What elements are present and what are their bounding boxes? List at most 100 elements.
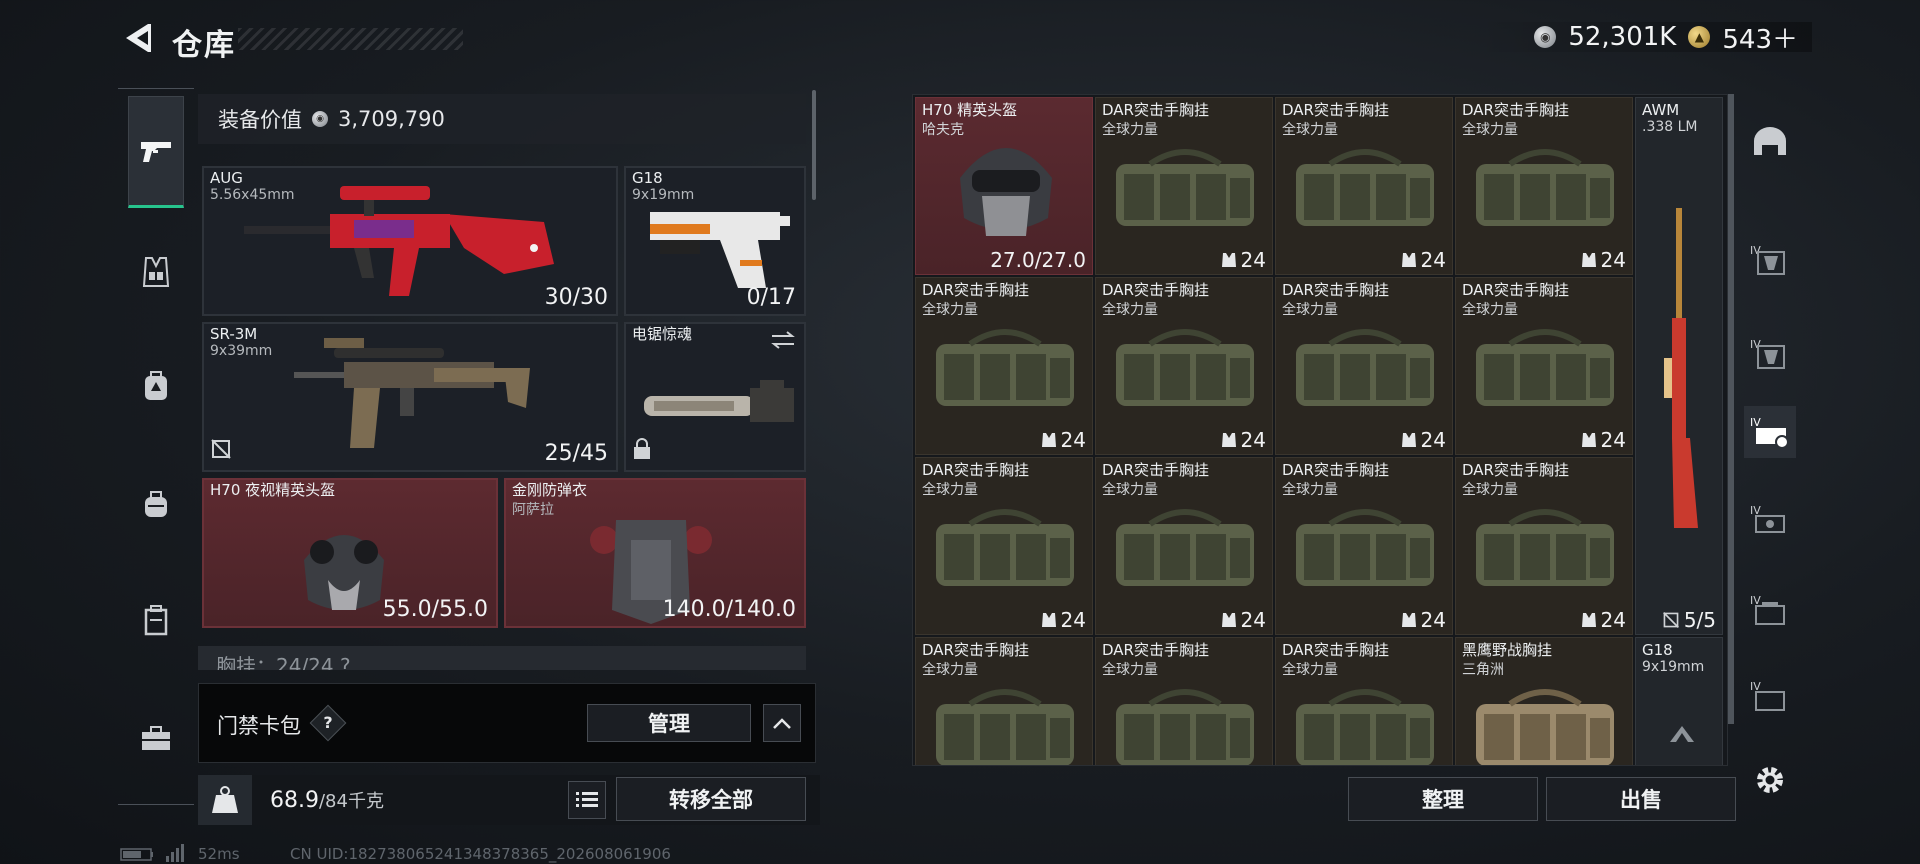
item-name: DAR突击手胸挂 bbox=[1462, 101, 1569, 119]
category-tab-vest[interactable]: IV bbox=[1744, 406, 1796, 458]
item-count: 24 bbox=[1401, 428, 1446, 452]
equipment-scrollbar[interactable] bbox=[812, 90, 816, 200]
chest-rig-image bbox=[1296, 509, 1434, 586]
tab-tools[interactable] bbox=[128, 710, 184, 766]
chest-rig-image bbox=[1476, 149, 1614, 226]
category-tab-armor-2[interactable]: IV bbox=[1744, 328, 1796, 380]
vest-small-icon bbox=[1041, 613, 1056, 627]
item-caliber: .338 LM bbox=[1642, 119, 1698, 135]
primary-weapon-slot-2[interactable]: SR-3M 9x39mm 25/45 bbox=[202, 322, 618, 472]
tab-weapons[interactable] bbox=[128, 96, 184, 208]
keycard-bag-bar: 门禁卡包 ? 管理 bbox=[198, 683, 816, 763]
storage-grid: H70 精英头盔 哈夫克 27.0/27.0 DAR突击手胸挂 全球力量 24 DAR突击手… bbox=[912, 94, 1728, 766]
storage-item[interactable]: DAR突击手胸挂 全球力量 24 bbox=[915, 277, 1093, 455]
sort-button[interactable]: 整理 bbox=[1348, 777, 1538, 821]
category-tab-misc[interactable]: IV bbox=[1744, 670, 1796, 722]
help-icon[interactable]: ? bbox=[309, 704, 347, 742]
primary-weapon-slot[interactable]: AUG 5.56x45mm 30/30 bbox=[202, 166, 618, 316]
chest-rig-image bbox=[936, 689, 1074, 765]
item-count: 24 bbox=[1041, 608, 1086, 632]
storage-item-g18[interactable]: G18 9x19mm bbox=[1635, 637, 1723, 765]
item-name: DAR突击手胸挂 bbox=[922, 281, 1029, 299]
item-count-value: 24 bbox=[1240, 428, 1266, 452]
helmet-slot[interactable]: H70 夜视精英头盔 55.0/55.0 bbox=[202, 478, 498, 628]
armor-category-icon-2: IV bbox=[1750, 338, 1785, 369]
weight-icon bbox=[212, 786, 238, 813]
svg-text:IV: IV bbox=[1750, 338, 1761, 351]
storage-scrollbar[interactable] bbox=[1728, 94, 1734, 724]
chest-rig-image bbox=[1116, 149, 1254, 226]
backpack-icon bbox=[145, 371, 167, 400]
storage-item[interactable]: DAR突击手胸挂 全球力量 24 bbox=[1455, 457, 1633, 635]
melee-weapon-slot[interactable]: 电锯惊魂 bbox=[624, 322, 806, 472]
category-tab-container[interactable]: IV bbox=[1744, 584, 1796, 636]
collapse-button[interactable] bbox=[763, 704, 801, 742]
tab-pouch[interactable] bbox=[128, 476, 184, 532]
storage-item[interactable]: DAR突击手胸挂 全球力量 24 bbox=[1095, 277, 1273, 455]
list-icon bbox=[576, 792, 598, 807]
item-faction: 全球力量 bbox=[1102, 302, 1158, 318]
item-count-value: 24 bbox=[1600, 608, 1626, 632]
item-name: DAR突击手胸挂 bbox=[1282, 101, 1389, 119]
vest-small-icon bbox=[1221, 613, 1236, 627]
item-faction: 哈夫克 bbox=[922, 122, 964, 138]
signal-icon bbox=[166, 844, 188, 864]
scroll-up-icon[interactable] bbox=[1668, 724, 1696, 748]
storage-item[interactable]: 黑鹰野战胸挂 三角洲 bbox=[1455, 637, 1633, 765]
storage-item[interactable]: DAR突击手胸挂 全球力量 24 bbox=[1275, 277, 1453, 455]
armor-slot[interactable]: 金刚防弹衣 阿萨拉 140.0/140.0 bbox=[504, 478, 806, 628]
tab-backpack[interactable] bbox=[128, 358, 184, 414]
item-faction: 全球力量 bbox=[1282, 482, 1338, 498]
storage-item[interactable]: DAR突击手胸挂 全球力量 bbox=[1275, 637, 1453, 765]
vest-small-icon bbox=[1581, 433, 1596, 447]
silver-amount[interactable]: 52,301K bbox=[1568, 22, 1676, 52]
item-faction: 全球力量 bbox=[1282, 302, 1338, 318]
settings-button[interactable] bbox=[1744, 754, 1796, 806]
item-count: 24 bbox=[1041, 428, 1086, 452]
helmet-image bbox=[960, 148, 1052, 236]
chest-rig-row[interactable]: 胸挂：24/24 ? bbox=[198, 646, 806, 670]
item-faction: 全球力量 bbox=[1462, 482, 1518, 498]
item-faction: 全球力量 bbox=[1462, 302, 1518, 318]
item-count-value: 24 bbox=[1060, 608, 1086, 632]
item-name: 黑鹰野战胸挂 bbox=[1462, 641, 1553, 659]
storage-item[interactable]: DAR突击手胸挂 全球力量 bbox=[915, 637, 1093, 765]
tab-chest-rig[interactable] bbox=[128, 244, 184, 300]
back-button[interactable] bbox=[118, 18, 158, 58]
category-tab-helmet[interactable] bbox=[1744, 116, 1796, 168]
gear-icon bbox=[1757, 767, 1783, 793]
sell-button[interactable]: 出售 bbox=[1546, 777, 1736, 821]
storage-item[interactable]: DAR突击手胸挂 全球力量 24 bbox=[1455, 97, 1633, 275]
list-view-button[interactable] bbox=[568, 781, 606, 819]
storage-item[interactable]: DAR突击手胸挂 全球力量 24 bbox=[915, 457, 1093, 635]
item-name: DAR突击手胸挂 bbox=[1102, 461, 1209, 479]
category-tab-chest[interactable]: IV bbox=[1744, 494, 1796, 546]
item-count-value: 24 bbox=[1240, 248, 1266, 272]
swap-icon[interactable] bbox=[770, 330, 796, 354]
storage-item[interactable]: DAR突击手胸挂 全球力量 24 bbox=[1275, 97, 1453, 275]
transfer-all-button[interactable]: 转移全部 bbox=[616, 777, 806, 821]
storage-item[interactable]: DAR突击手胸挂 全球力量 24 bbox=[1275, 457, 1453, 635]
armor-faction: 阿萨拉 bbox=[512, 502, 554, 518]
manage-button[interactable]: 管理 bbox=[587, 704, 751, 742]
storage-item-awm[interactable]: AWM .338 LM 5/5 bbox=[1635, 97, 1723, 635]
awm-rifle-image bbox=[1664, 208, 1698, 528]
chest-category-icon: IV bbox=[1750, 504, 1785, 533]
item-faction: 全球力量 bbox=[1282, 122, 1338, 138]
gold-amount[interactable]: 543＋ bbox=[1722, 19, 1798, 56]
storage-item[interactable]: DAR突击手胸挂 全球力量 24 bbox=[1095, 97, 1273, 275]
tab-case[interactable] bbox=[128, 592, 184, 648]
storage-item[interactable]: DAR突击手胸挂 全球力量 24 bbox=[1095, 457, 1273, 635]
misc-category-icon: IV bbox=[1750, 680, 1785, 711]
item-count-value: 24 bbox=[1420, 248, 1446, 272]
case-icon bbox=[144, 605, 168, 636]
equipment-value: 3,709,790 bbox=[338, 107, 445, 131]
secondary-weapon-slot[interactable]: G18 9x19mm 0/17 bbox=[624, 166, 806, 316]
category-tab-armor[interactable]: IV bbox=[1744, 234, 1796, 286]
chest-rig-image bbox=[1476, 689, 1614, 765]
silver-coin-icon: ◉ bbox=[312, 111, 328, 127]
storage-item[interactable]: H70 精英头盔 哈夫克 27.0/27.0 bbox=[915, 97, 1093, 275]
storage-item[interactable]: DAR突击手胸挂 全球力量 24 bbox=[1455, 277, 1633, 455]
vest-small-icon bbox=[1581, 253, 1596, 267]
storage-item[interactable]: DAR突击手胸挂 全球力量 bbox=[1095, 637, 1273, 765]
